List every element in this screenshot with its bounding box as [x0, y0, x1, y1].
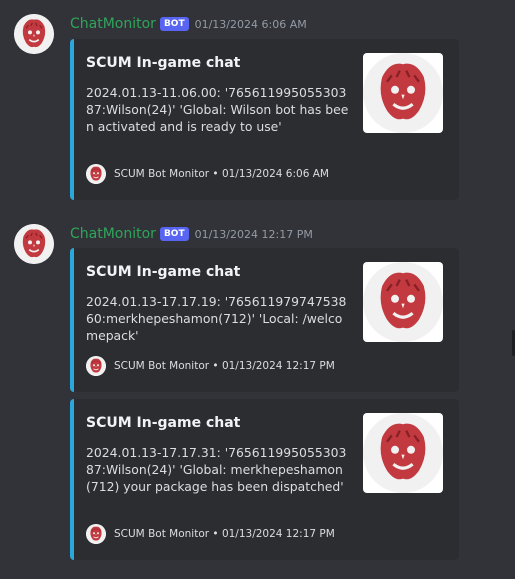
footer-text: SCUM Bot Monitor • 01/13/2024 12:17 PM — [114, 528, 335, 540]
username[interactable]: ChatMonitor — [70, 226, 156, 242]
embed-footer: SCUM Bot Monitor • 01/13/2024 12:17 PM — [86, 524, 335, 544]
wilson-footer-icon — [86, 524, 106, 544]
embed: SCUM In-game chat 2024.01.13-11.06.00: '… — [70, 39, 459, 200]
message-header: ChatMonitor BOT 01/13/2024 12:17 PM — [70, 224, 313, 244]
embed-footer: SCUM Bot Monitor • 01/13/2024 6:06 AM — [86, 164, 329, 184]
wilson-thumbnail-icon[interactable] — [363, 413, 443, 493]
wilson-avatar-icon[interactable] — [14, 14, 54, 54]
embed-description: 2024.01.13-11.06.00: '76561199505530387:… — [86, 85, 349, 134]
embed-title: SCUM In-game chat — [86, 264, 241, 280]
username[interactable]: ChatMonitor — [70, 16, 156, 32]
embed: SCUM In-game chat 2024.01.13-17.17.31: '… — [70, 399, 459, 560]
embed-title: SCUM In-game chat — [86, 55, 241, 71]
message-header: ChatMonitor BOT 01/13/2024 6:06 AM — [70, 14, 307, 34]
embed: SCUM In-game chat 2024.01.13-17.17.19: '… — [70, 248, 459, 392]
timestamp[interactable]: 01/13/2024 12:17 PM — [195, 228, 313, 241]
wilson-avatar-icon[interactable] — [14, 224, 54, 264]
wilson-footer-icon — [86, 164, 106, 184]
bot-tag: BOT — [159, 17, 189, 31]
embed-description: 2024.01.13-17.17.31: '76561199505530387:… — [86, 445, 347, 494]
wilson-thumbnail-icon[interactable] — [363, 53, 443, 133]
embed-footer: SCUM Bot Monitor • 01/13/2024 12:17 PM — [86, 356, 335, 376]
wilson-thumbnail-icon[interactable] — [363, 262, 443, 342]
timestamp[interactable]: 01/13/2024 6:06 AM — [195, 18, 307, 31]
embed-title: SCUM In-game chat — [86, 415, 241, 431]
wilson-footer-icon — [86, 356, 106, 376]
bot-tag: BOT — [159, 227, 189, 241]
footer-text: SCUM Bot Monitor • 01/13/2024 6:06 AM — [114, 168, 329, 180]
footer-text: SCUM Bot Monitor • 01/13/2024 12:17 PM — [114, 360, 335, 372]
embed-description: 2024.01.13-17.17.19: '76561197974753860:… — [86, 294, 347, 343]
